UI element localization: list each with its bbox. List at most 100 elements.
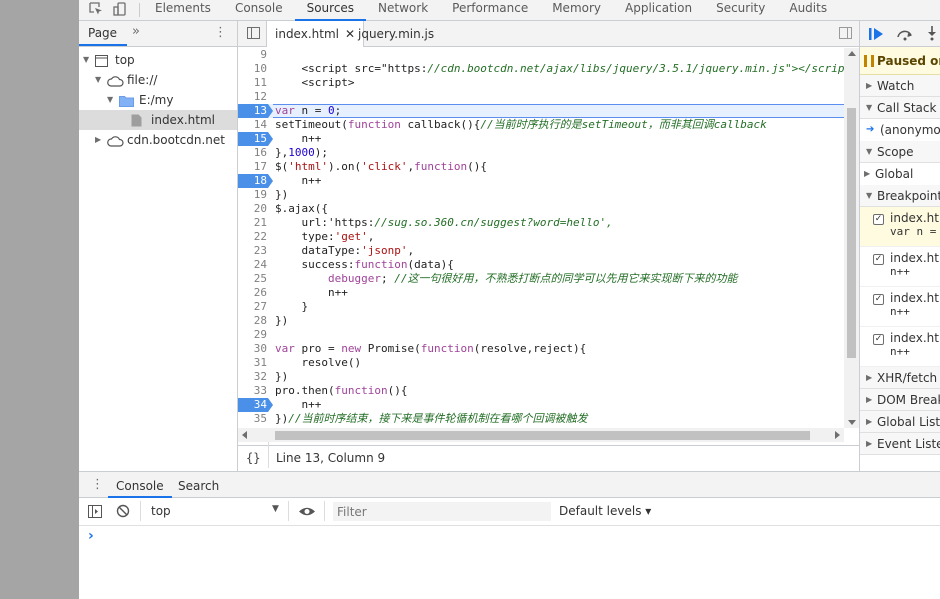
scroll-down-icon[interactable] — [848, 420, 856, 425]
code-line[interactable]: 23 dataType:'jsonp', — [238, 244, 844, 258]
line-number[interactable]: 22 — [238, 230, 268, 244]
section-breakpoints[interactable]: ▼ Breakpoints — [860, 185, 940, 207]
code-line[interactable]: 25 debugger; //这一句很好用，不熟悉打断点的同学可以先用它来实现断… — [238, 272, 844, 286]
section-global-listeners[interactable]: ▶ Global Listen — [860, 411, 940, 433]
tab-security[interactable]: Security — [704, 0, 777, 21]
tab-console[interactable]: Console — [108, 472, 172, 498]
code-line[interactable]: 26 n++ — [238, 286, 844, 300]
resume-icon[interactable] — [868, 27, 884, 41]
section-dom-breakpoints[interactable]: ▶ DOM Breakp — [860, 389, 940, 411]
section-xhr-breakpoints[interactable]: ▶ XHR/fetch B — [860, 367, 940, 389]
code-line[interactable]: 30 var pro = new Promise(function(resolve… — [238, 342, 844, 356]
section-call-stack[interactable]: ▼ Call Stack — [860, 97, 940, 119]
context-selector[interactable]: top — [151, 504, 171, 518]
collapsed-triangle-icon[interactable]: ▶ — [95, 130, 101, 150]
console-prompt-icon[interactable]: › — [88, 528, 94, 544]
scroll-up-icon[interactable] — [848, 51, 856, 56]
section-watch[interactable]: ▶ Watch — [860, 75, 940, 97]
code-line[interactable]: 19}) — [238, 188, 844, 202]
horizontal-scrollbar[interactable] — [238, 428, 844, 442]
breakpoint-item[interactable]: ✓ index.htmn++ — [860, 247, 940, 287]
section-event-listener-breakpoints[interactable]: ▶ Event Listen — [860, 433, 940, 455]
console-filter-input[interactable] — [333, 502, 551, 521]
line-number[interactable]: 23 — [238, 244, 268, 258]
code-line[interactable]: 18 n++ — [238, 174, 844, 188]
code-line[interactable]: 20 $.ajax({ — [238, 202, 844, 216]
tab-network[interactable]: Network — [366, 0, 440, 21]
code-line[interactable]: 34 n++ — [238, 398, 844, 412]
breakpoint-item[interactable]: ✓ index.htmn++ — [860, 327, 940, 367]
tree-item[interactable]: index.html — [79, 110, 237, 130]
code-line[interactable]: 32}) — [238, 370, 844, 384]
line-number[interactable]: 11 — [238, 76, 268, 90]
code-line[interactable]: 33 pro.then(function(){ — [238, 384, 844, 398]
toggle-navigator-icon[interactable] — [247, 27, 260, 39]
tab-memory[interactable]: Memory — [540, 0, 613, 21]
breakpoint-gutter-marker[interactable]: 13 — [238, 104, 273, 118]
drawer-menu-icon[interactable]: ⋮ — [91, 477, 104, 492]
breakpoint-checkbox[interactable]: ✓ — [873, 294, 884, 305]
call-frame[interactable]: ➔ (anonymou — [860, 119, 940, 141]
line-number[interactable]: 21 — [238, 216, 268, 230]
code-line[interactable]: 31 resolve() — [238, 356, 844, 370]
line-number[interactable]: 9 — [238, 48, 268, 62]
tab-performance[interactable]: Performance — [440, 0, 540, 21]
tab-page[interactable]: Page — [78, 26, 128, 46]
code-line[interactable]: 15 n++ — [238, 132, 844, 146]
line-number[interactable]: 19 — [238, 188, 268, 202]
line-number[interactable]: 16 — [238, 146, 268, 160]
line-number[interactable]: 33 — [238, 384, 268, 398]
code-line[interactable]: 11 <script> — [238, 76, 844, 90]
line-number[interactable]: 35 — [238, 412, 268, 426]
more-tabs-button[interactable]: » — [132, 24, 140, 39]
pretty-print-button[interactable]: {} — [246, 446, 260, 470]
breakpoint-gutter-marker[interactable]: 34 — [238, 398, 273, 412]
tree-item[interactable]: ▶ cdn.bootcdn.net — [79, 130, 237, 150]
breakpoint-item[interactable]: ✓ index.htmvar n = — [860, 207, 940, 247]
code-line[interactable]: 29 — [238, 328, 844, 342]
breakpoint-gutter-marker[interactable]: 18 — [238, 174, 273, 188]
code-line[interactable]: 28}) — [238, 314, 844, 328]
navigator-menu-icon[interactable]: ⋮ — [214, 25, 227, 40]
code-line[interactable]: 21 url:'https://sug.so.360.cn/suggest?wo… — [238, 216, 844, 230]
expanded-triangle-icon[interactable]: ▼ — [83, 50, 89, 70]
line-number[interactable]: 32 — [238, 370, 268, 384]
line-number[interactable]: 28 — [238, 314, 268, 328]
tab-sources[interactable]: Sources — [294, 0, 367, 21]
tree-item[interactable]: ▼ top — [79, 50, 237, 70]
code-line[interactable]: 9 — [238, 48, 844, 62]
live-expression-eye-icon[interactable] — [298, 506, 316, 517]
code-line[interactable]: 22 type:'get', — [238, 230, 844, 244]
code-line[interactable]: 14 setTimeout(function callback(){//当前时序执… — [238, 118, 844, 132]
horizontal-scroll-thumb[interactable] — [275, 431, 810, 440]
code-line[interactable]: 10 <script src="https://cdn.bootcdn.net/… — [238, 62, 844, 76]
code-line[interactable]: 13 var n = 0; — [238, 104, 844, 118]
tab-application[interactable]: Application — [613, 0, 704, 21]
line-number[interactable]: 14 — [238, 118, 268, 132]
step-over-icon[interactable] — [896, 27, 914, 41]
line-number[interactable]: 31 — [238, 356, 268, 370]
log-levels-dropdown[interactable]: Default levels ▾ — [559, 504, 651, 518]
tree-item[interactable]: ▼ file:// — [79, 70, 237, 90]
line-number[interactable]: 20 — [238, 202, 268, 216]
breakpoint-checkbox[interactable]: ✓ — [873, 214, 884, 225]
tab-search[interactable]: Search — [170, 472, 227, 498]
code-line[interactable]: 16},1000); — [238, 146, 844, 160]
line-number[interactable]: 26 — [238, 286, 268, 300]
breakpoint-gutter-marker[interactable]: 15 — [238, 132, 273, 146]
line-number[interactable]: 29 — [238, 328, 268, 342]
line-number[interactable]: 25 — [238, 272, 268, 286]
vertical-scroll-thumb[interactable] — [847, 108, 856, 358]
line-number[interactable]: 27 — [238, 300, 268, 314]
line-number[interactable]: 17 — [238, 160, 268, 174]
context-dropdown-icon[interactable]: ▼ — [272, 504, 279, 514]
code-editor[interactable]: 9 10 <script src="https://cdn.bootcdn.net… — [238, 48, 844, 428]
code-line[interactable]: 24 success:function(data){ — [238, 258, 844, 272]
code-line[interactable]: 27 } — [238, 300, 844, 314]
line-number[interactable]: 24 — [238, 258, 268, 272]
scroll-right-icon[interactable] — [835, 431, 840, 439]
tree-item[interactable]: ▼ E:/my — [79, 90, 237, 110]
expanded-triangle-icon[interactable]: ▼ — [95, 70, 101, 90]
tab-audits[interactable]: Audits — [777, 0, 839, 21]
line-number[interactable]: 10 — [238, 62, 268, 76]
